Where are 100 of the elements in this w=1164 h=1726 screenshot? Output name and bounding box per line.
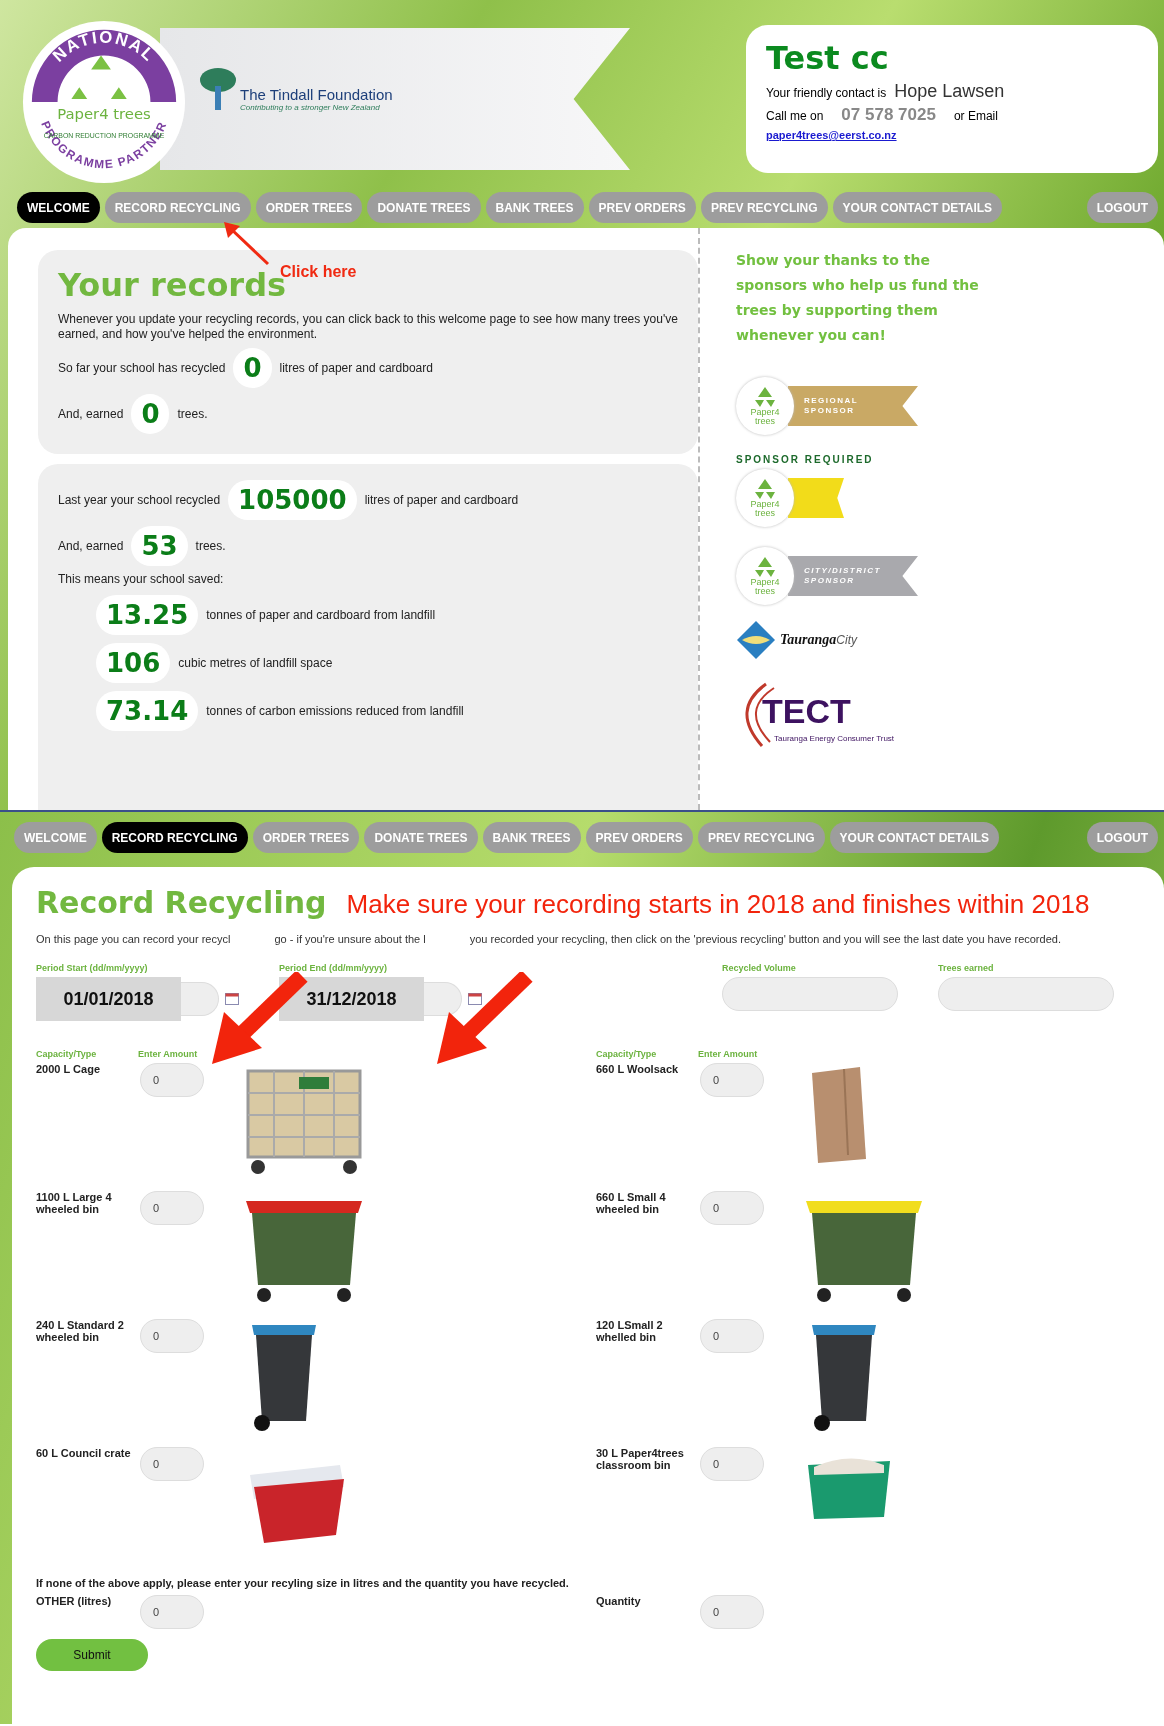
saving-text: tonnes of carbon emissions reduced from landfill bbox=[206, 704, 464, 718]
other-instructions: If none of the above apply, please enter your recyling size in litres and the quantity you have recycled. bbox=[36, 1577, 570, 1589]
stat-unit: trees. bbox=[195, 539, 226, 553]
calendar-icon[interactable] bbox=[468, 993, 482, 1005]
foundation-tagline: Contributing to a stronger New Zealand bbox=[240, 103, 381, 112]
saving-value: 73.14 bbox=[96, 691, 199, 731]
container-name: 60 L Council crate bbox=[36, 1447, 132, 1459]
saving-value: 13.25 bbox=[96, 595, 199, 635]
amount-field[interactable]: 0 bbox=[700, 1191, 764, 1225]
nav-tab[interactable]: WELCOME bbox=[14, 822, 97, 853]
nav-tab[interactable]: BANK TREES bbox=[482, 822, 581, 853]
description-text: On this page you can record your recycl bbox=[36, 933, 231, 945]
sponsor-required-text: SPONSOR REQUIRED bbox=[736, 454, 874, 465]
stat-unit: litres of paper and cardboard bbox=[279, 361, 433, 375]
call-label: Call me on bbox=[766, 109, 824, 123]
container-name: 2000 L Cage bbox=[36, 1063, 101, 1075]
amount-field[interactable]: 0 bbox=[700, 1063, 764, 1097]
date-value: 31/12/2018 bbox=[279, 977, 424, 1021]
annotation-arrow bbox=[224, 222, 270, 266]
logout-button[interactable]: LOGOUT bbox=[1086, 822, 1158, 853]
nav-tab[interactable]: DONATE TREES bbox=[367, 192, 481, 223]
nav-tab[interactable]: PREV RECYCLING bbox=[700, 192, 828, 223]
page-title: Record Recycling bbox=[36, 885, 327, 920]
stat-value: 53 bbox=[131, 526, 188, 566]
field-label: Period End (dd/mm/yyyy) bbox=[279, 963, 389, 973]
calendar-icon[interactable] bbox=[225, 993, 239, 1005]
sponsor-thanks: Show your thanks to the sponsors who help us fund the trees by supporting them whenever you can! bbox=[736, 251, 980, 345]
nav-tab[interactable]: BANK TREES bbox=[485, 192, 584, 223]
description-text: go - if you're unsure about the l bbox=[274, 933, 426, 945]
column-header: Enter Amount bbox=[138, 1049, 198, 1059]
sponsor-logo-text: TaurangaCity bbox=[780, 632, 857, 648]
paper4trees-seal: Paper4 trees bbox=[736, 469, 794, 527]
amount-field[interactable]: 0 bbox=[140, 1447, 204, 1481]
stat-unit: litres of paper and cardboard bbox=[364, 493, 519, 507]
paper4trees-seal: Paper4 trees bbox=[736, 377, 794, 435]
field-label: OTHER (litres) bbox=[36, 1595, 113, 1607]
amount-field[interactable]: 0 bbox=[140, 1191, 204, 1225]
column-header: Enter Amount bbox=[698, 1049, 758, 1059]
field-label: Recycled Volume bbox=[722, 963, 797, 973]
nav-tab[interactable]: WELCOME bbox=[17, 192, 100, 223]
contact-name: Hope Lawsen bbox=[894, 81, 1005, 102]
volume-field[interactable] bbox=[722, 977, 898, 1011]
column-header: Capacity/Type bbox=[36, 1049, 98, 1059]
nav-tab[interactable]: RECORD RECYCLING bbox=[104, 192, 251, 223]
date-field[interactable] bbox=[424, 982, 462, 1016]
stat-label: So far your school has recycled bbox=[58, 361, 226, 375]
container-name: 240 L Standard 2 wheeled bin bbox=[36, 1319, 125, 1343]
nav-tab[interactable]: RECORD RECYCLING bbox=[101, 822, 248, 853]
tree-icon bbox=[198, 66, 238, 112]
sponsor-ribbon: REGIONAL SPONSOR bbox=[788, 386, 918, 426]
email-label: or Email bbox=[953, 109, 998, 123]
contact-intro: Your friendly contact is bbox=[766, 86, 887, 100]
nav-tab[interactable]: YOUR CONTACT DETAILS bbox=[829, 822, 1000, 853]
school-name: Test cc bbox=[766, 39, 890, 77]
nav-tab[interactable]: PREV RECYCLING bbox=[697, 822, 825, 853]
annotation-text: Make sure your recording starts in 2018 and finishes within 2018 bbox=[346, 889, 1090, 920]
foundation-name: The Tindall Foundation bbox=[240, 86, 393, 103]
tect-logo: TECT Tauranga Energy Consumer Trust bbox=[736, 680, 906, 754]
container-name: 660 L Small 4 wheeled bin bbox=[596, 1191, 667, 1215]
container-name: 1100 L Large 4 wheeled bin bbox=[36, 1191, 113, 1215]
nav-tab[interactable]: PREV ORDERS bbox=[588, 192, 696, 223]
other-litres-field[interactable]: 0 bbox=[140, 1595, 204, 1629]
saving-text: cubic metres of landfill space bbox=[178, 656, 333, 670]
nav-tab[interactable]: PREV ORDERS bbox=[585, 822, 693, 853]
date-field[interactable] bbox=[181, 982, 219, 1016]
phone-number: 07 578 7025 bbox=[841, 105, 936, 125]
nav-tab[interactable]: YOUR CONTACT DETAILS bbox=[832, 192, 1003, 223]
nav-tab[interactable]: DONATE TREES bbox=[364, 822, 478, 853]
saving-value: 106 bbox=[96, 643, 171, 683]
submit-button[interactable]: Submit bbox=[36, 1639, 148, 1671]
amount-field[interactable]: 0 bbox=[140, 1319, 204, 1353]
paper4trees-seal: Paper4 trees bbox=[736, 547, 794, 605]
date-value: 01/01/2018 bbox=[36, 977, 181, 1021]
description-text: you recorded your recycling, then click on the 'previous recycling' button and you will see the last date you have recorded. bbox=[469, 933, 1061, 945]
amount-field[interactable]: 0 bbox=[700, 1447, 764, 1481]
diamond-icon bbox=[736, 620, 776, 660]
container-name: 120 LSmall 2 whelled bin bbox=[596, 1319, 664, 1343]
stat-label: Last year your school recycled bbox=[58, 493, 221, 507]
field-label: Period Start (dd/mm/yyyy) bbox=[36, 963, 149, 973]
nav-tab[interactable]: ORDER TREES bbox=[255, 192, 363, 223]
saved-label: This means your school saved: bbox=[58, 572, 225, 587]
container-name: 30 L Paper4trees classroom bin bbox=[596, 1447, 685, 1471]
email-link[interactable]: paper4trees@eerst.co.nz bbox=[766, 129, 897, 141]
trees-field[interactable] bbox=[938, 977, 1114, 1011]
field-label: Quantity bbox=[596, 1595, 642, 1607]
nav-tab[interactable]: ORDER TREES bbox=[252, 822, 360, 853]
records-intro: Whenever you update your recycling records, you can click back to this welcome page to see how many trees you've earned, and how you've helped the environment. bbox=[58, 312, 678, 342]
column-header: Capacity/Type bbox=[596, 1049, 658, 1059]
field-label: Trees earned bbox=[938, 963, 995, 973]
sponsor-ribbon: CITY/DISTRICT SPONSOR bbox=[788, 556, 918, 596]
logout-button[interactable]: LOGOUT bbox=[1086, 192, 1158, 223]
amount-field[interactable]: 0 bbox=[140, 1063, 204, 1097]
stat-label: And, earned bbox=[58, 539, 124, 553]
container-name: 660 L Woolsack bbox=[596, 1063, 680, 1075]
stat-value: 105000 bbox=[228, 480, 357, 520]
quantity-field[interactable]: 0 bbox=[700, 1595, 764, 1629]
stat-unit: trees. bbox=[177, 407, 208, 421]
stat-value: 0 bbox=[233, 348, 272, 388]
stat-label: And, earned bbox=[58, 407, 124, 421]
amount-field[interactable]: 0 bbox=[700, 1319, 764, 1353]
